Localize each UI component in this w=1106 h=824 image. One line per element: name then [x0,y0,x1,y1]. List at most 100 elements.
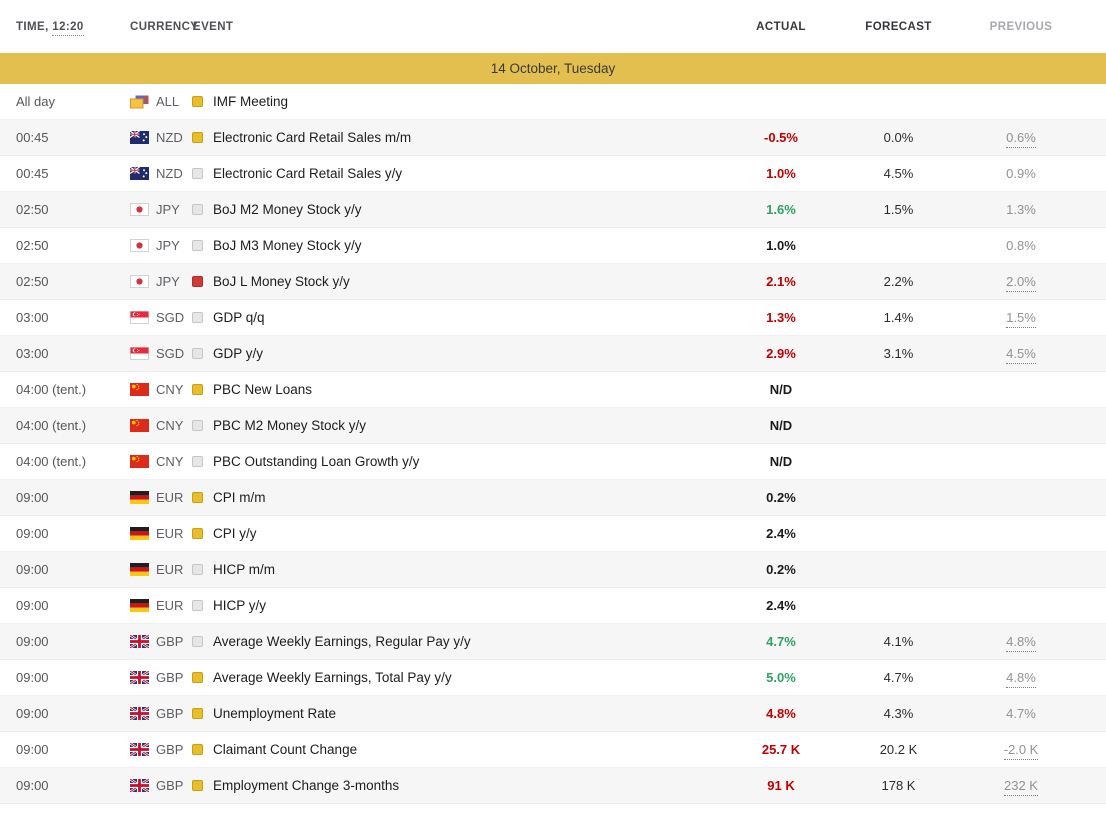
event-cell: HICP m/m [192,562,721,577]
event-time: 09:00 [0,490,120,505]
event-row[interactable]: 02:50JPYBoJ M3 Money Stock y/y1.0%0.8% [0,228,1106,264]
medium-impact-icon [192,708,203,719]
currency-code: JPY [156,202,180,217]
flag-gbp-icon [130,743,149,756]
multi-flag-icon [130,95,149,108]
medium-impact-icon [192,384,203,395]
event-cell: GDP q/q [192,310,721,325]
event-row[interactable]: 03:00SGDGDP q/q1.3%1.4%1.5% [0,300,1106,336]
currency-cell: EUR [120,598,192,613]
previous-value[interactable]: 2.0% [1006,274,1036,292]
previous-value[interactable]: 4.8% [1006,634,1036,652]
event-row[interactable]: 02:50JPYBoJ L Money Stock y/y2.1%2.2%2.0… [0,264,1106,300]
actual-value: 1.0% [766,238,796,253]
actual-value: 1.0% [766,166,796,181]
medium-impact-icon [192,744,203,755]
event-cell: GDP y/y [192,346,721,361]
low-impact-icon [192,348,203,359]
event-row[interactable]: 09:00GBPAverage Weekly Earnings, Regular… [0,624,1106,660]
event-time: 04:00 (tent.) [0,382,120,397]
event-name: GDP y/y [213,346,263,361]
previous-value[interactable]: 4.5% [1006,346,1036,364]
currency-code: CNY [156,418,183,433]
event-row[interactable]: 00:45 NZD Electronic Card Retail Sales m/m… [0,120,1106,156]
currency-cell: NZD [120,130,192,145]
currency-code: GBP [156,778,183,793]
event-row[interactable]: 09:00GBPClaimant Count Change25.7 K20.2 … [0,732,1106,768]
event-row[interactable]: 04:00 (tent.)CNYPBC M2 Money Stock y/yN/… [0,408,1106,444]
time-column-header: TIME, 12:20 [0,21,120,33]
forecast-value: 20.2 K [880,742,918,757]
event-cell: IMF Meeting [192,94,721,109]
date-banner: 14 October, Tuesday [0,53,1106,84]
event-cell: PBC M2 Money Stock y/y [192,418,721,433]
event-column-header: EVENT [192,21,721,33]
previous-value[interactable]: 232 K [1004,778,1038,796]
actual-value: 2.4% [766,526,796,541]
event-row[interactable]: 04:00 (tent.)CNYPBC New LoansN/D [0,372,1106,408]
event-row[interactable]: 09:00EURHICP y/y2.4% [0,588,1106,624]
event-name: BoJ M2 Money Stock y/y [213,202,362,217]
flag-eur-icon [130,599,149,612]
event-time: 00:45 [0,130,120,145]
event-row[interactable]: 09:00GBPAverage Weekly Earnings, Total P… [0,660,1106,696]
actual-value: 25.7 K [762,742,800,757]
previous-value[interactable]: 1.5% [1006,310,1036,328]
currency-code: CNY [156,454,183,469]
previous-value[interactable]: 4.8% [1006,670,1036,688]
event-row[interactable]: 04:00 (tent.)CNYPBC Outstanding Loan Gro… [0,444,1106,480]
event-row[interactable]: All dayALL IMF Meeting [0,84,1106,120]
low-impact-icon [192,204,203,215]
medium-impact-icon [192,492,203,503]
previous-value[interactable]: 0.6% [1006,130,1036,148]
previous-value[interactable]: -2.0 K [1004,742,1039,760]
low-impact-icon [192,420,203,431]
currency-code: JPY [156,274,180,289]
currency-cell: GBP [120,670,192,685]
currency-code: EUR [156,598,183,613]
time-label: TIME, [16,21,49,33]
currency-code: NZD [156,130,183,145]
event-row[interactable]: 09:00EURCPI m/m0.2% [0,480,1106,516]
event-row[interactable]: 00:45NZDElectronic Card Retail Sales y/y… [0,156,1106,192]
event-time: 09:00 [0,598,120,613]
event-cell: BoJ M2 Money Stock y/y [192,202,721,217]
actual-value: N/D [770,382,792,397]
currency-cell: ALL [120,94,192,109]
event-row[interactable]: 09:00EURCPI y/y2.4% [0,516,1106,552]
flag-jpy-icon [130,275,149,288]
flag-eur-icon [130,527,149,540]
flag-sgd-icon [130,311,149,324]
flag-cny-icon [130,383,149,396]
medium-impact-icon [192,672,203,683]
currency-cell: SGD [120,310,192,325]
currency-cell: GBP [120,742,192,757]
low-impact-icon [192,168,203,179]
currency-cell: JPY [120,238,192,253]
event-time: 09:00 [0,562,120,577]
currency-cell: SGD [120,346,192,361]
event-row[interactable]: 02:50JPYBoJ M2 Money Stock y/y1.6%1.5%1.… [0,192,1106,228]
event-row[interactable]: 09:00EURHICP m/m0.2% [0,552,1106,588]
current-time[interactable]: 12:20 [52,21,83,36]
event-cell: Electronic Card Retail Sales m/m [192,130,721,145]
event-row[interactable]: 09:00GBPEmployment Change 3-months91 K17… [0,768,1106,804]
event-time: 03:00 [0,310,120,325]
event-name: PBC M2 Money Stock y/y [213,418,366,433]
event-row[interactable]: 09:00GBPUnemployment Rate4.8%4.3%4.7% [0,696,1106,732]
low-impact-icon [192,312,203,323]
event-name: PBC New Loans [213,382,312,397]
currency-cell: JPY [120,202,192,217]
forecast-value: 4.5% [884,166,914,181]
event-time: All day [0,94,120,109]
medium-impact-icon [192,132,203,143]
previous-column-header: PREVIOUS [956,21,1086,33]
low-impact-icon [192,240,203,251]
event-row[interactable]: 03:00SGDGDP y/y2.9%3.1%4.5% [0,336,1106,372]
flag-eur-icon [130,563,149,576]
forecast-value: 1.5% [884,202,914,217]
event-name: IMF Meeting [213,94,288,109]
event-time: 09:00 [0,742,120,757]
event-name: CPI m/m [213,490,266,505]
low-impact-icon [192,636,203,647]
